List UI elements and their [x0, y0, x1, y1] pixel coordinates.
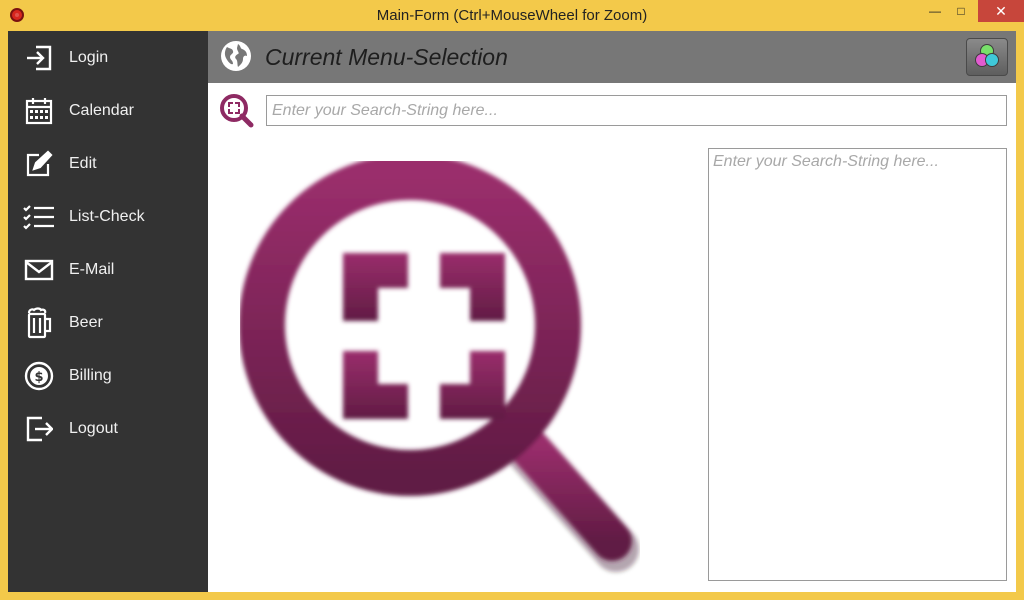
login-icon — [23, 42, 55, 74]
sidebar-item-list-check[interactable]: List-Check — [8, 190, 208, 243]
calendar-icon — [23, 95, 55, 127]
theme-button[interactable] — [966, 38, 1008, 76]
beer-icon — [23, 306, 55, 339]
sidebar-item-email[interactable]: E-Mail — [8, 243, 208, 296]
sidebar-item-label: Edit — [69, 154, 97, 172]
sidebar-item-label: Billing — [69, 366, 112, 384]
window-title: Main-Form (Ctrl+MouseWheel for Zoom) — [376, 7, 648, 24]
window-titlebar[interactable]: Main-Form (Ctrl+MouseWheel for Zoom) — □… — [0, 0, 1024, 31]
sidebar-item-label: Logout — [69, 419, 118, 437]
result-textarea[interactable] — [708, 148, 1007, 581]
edit-icon — [23, 148, 55, 180]
sidebar-menu: Login Calendar Edit List-Check E-Mail Be… — [8, 31, 208, 592]
sidebar-item-logout[interactable]: Logout — [8, 402, 208, 455]
page-title: Current Menu-Selection — [265, 44, 508, 70]
sidebar-item-login[interactable]: Login — [8, 31, 208, 84]
billing-icon: $ — [23, 360, 55, 392]
header-bar: Current Menu-Selection — [208, 31, 1016, 83]
logout-icon — [23, 413, 55, 445]
search-logo-icon — [239, 154, 640, 591]
globe-icon — [220, 40, 252, 72]
sidebar-item-edit[interactable]: Edit — [8, 137, 208, 190]
sidebar-item-billing[interactable]: $ Billing — [8, 349, 208, 402]
mail-icon — [23, 254, 55, 286]
search-icon[interactable] — [219, 93, 255, 129]
main-form: Login Calendar Edit List-Check E-Mail Be… — [8, 31, 1016, 592]
maximize-button[interactable]: □ — [946, 0, 976, 22]
color-circles-icon — [975, 44, 999, 67]
svg-text:$: $ — [34, 370, 43, 385]
sidebar-item-beer[interactable]: Beer — [8, 296, 208, 349]
sidebar-item-label: E-Mail — [69, 260, 115, 278]
sidebar-item-label: Calendar — [69, 101, 134, 119]
close-button[interactable]: ✕ — [978, 0, 1024, 22]
sidebar-item-calendar[interactable]: Calendar — [8, 84, 208, 137]
sidebar-item-label: Login — [69, 48, 109, 66]
sidebar-item-label: Beer — [69, 313, 103, 331]
search-input[interactable] — [266, 95, 1007, 126]
list-check-icon — [23, 201, 55, 233]
sidebar-item-label: List-Check — [69, 207, 145, 225]
